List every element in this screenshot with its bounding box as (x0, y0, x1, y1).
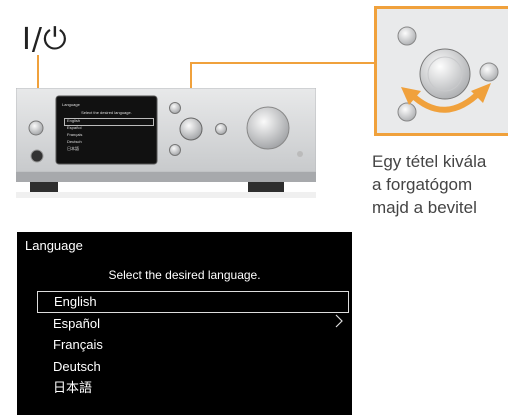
device-button-right (215, 123, 227, 135)
device-button-upper (169, 102, 181, 114)
device-foot-right (248, 182, 284, 192)
device-screen-item: Français (67, 132, 83, 137)
zoom-button-lower (397, 102, 417, 122)
headphone-jack (30, 149, 44, 163)
language-option-japanese[interactable]: 日本語 (37, 377, 349, 399)
device-screen-title: Language (62, 102, 80, 107)
volume-knob (246, 106, 290, 150)
instruction-caption: Egy tétel kivála a forgatógom majd a bev… (372, 150, 508, 219)
screen-title: Language (25, 238, 83, 253)
rotary-knob (179, 117, 203, 141)
device-screen-item: 日本語 (67, 146, 79, 151)
language-list: English Español Français Deutsch 日本語 (37, 291, 349, 399)
language-option-espanol[interactable]: Español (37, 313, 349, 335)
device-illustration: Language Select the desired language. En… (15, 87, 317, 198)
indicator-led (297, 151, 303, 157)
caption-line: a forgatógom (372, 175, 473, 194)
language-option-english[interactable]: English (37, 291, 349, 313)
device-screen-item: English (67, 118, 81, 123)
language-option-deutsch[interactable]: Deutsch (37, 356, 349, 378)
language-screen: Language Select the desired language. En… (17, 232, 352, 415)
device-foot-left (30, 182, 58, 192)
zoom-button-right (479, 62, 499, 82)
power-button (28, 120, 44, 136)
zoom-button-upper (397, 26, 417, 46)
device-screen-text: Language Select the desired language. En… (58, 99, 155, 162)
knob-zoom-illustration (397, 26, 499, 122)
device-screen-prompt: Select the desired language. (81, 110, 132, 115)
knob-zoom-box (374, 6, 508, 136)
device-button-lower (169, 144, 181, 156)
screen-prompt: Select the desired language. (108, 268, 261, 282)
chevron-right-icon[interactable] (335, 314, 343, 328)
caption-line: Egy tétel kivála (372, 152, 487, 171)
language-option-francais[interactable]: Français (37, 334, 349, 356)
device-screen-item: Español (67, 125, 82, 130)
device-screen-item: Deutsch (67, 139, 82, 144)
caption-line: majd a bevitel (372, 198, 477, 217)
